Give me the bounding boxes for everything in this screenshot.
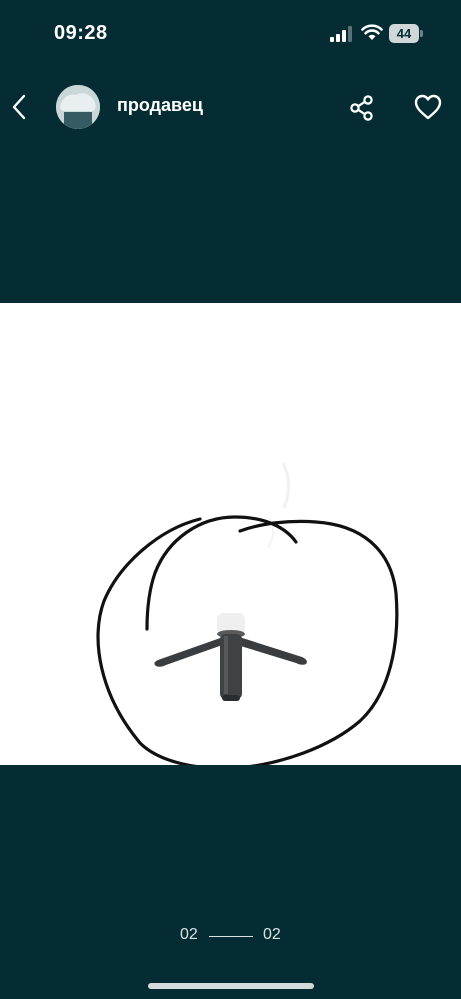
wifi-icon (361, 24, 383, 40)
gallery-pager: 02 02 (0, 924, 461, 948)
signal-icon (330, 26, 352, 42)
avatar-placeholder-icon (56, 85, 100, 129)
tripod (154, 613, 307, 701)
back-button[interactable] (6, 91, 36, 123)
share-icon (350, 95, 373, 121)
seller-avatar[interactable] (56, 85, 100, 129)
status-bar: 09:28 44 (0, 0, 461, 70)
product-photo[interactable] (0, 303, 461, 765)
header-bar: продавец (0, 80, 461, 134)
status-time: 09:28 (54, 22, 108, 44)
pager-total: 02 (263, 926, 281, 943)
share-button[interactable] (347, 93, 377, 123)
battery-icon: 44 (389, 24, 423, 43)
tripod-photo-image (96, 462, 399, 765)
heart-icon (414, 94, 442, 120)
home-indicator[interactable] (148, 983, 314, 989)
product-detail-screen: 09:28 44 продавец 02 02 (0, 0, 461, 999)
pager-divider (209, 936, 253, 937)
pager-current: 02 (180, 926, 198, 943)
back-chevron-icon (12, 94, 26, 120)
battery-tip (420, 30, 423, 37)
favorite-button[interactable] (412, 92, 444, 122)
battery-level: 44 (389, 24, 419, 43)
seller-name[interactable]: продавец (117, 95, 203, 116)
